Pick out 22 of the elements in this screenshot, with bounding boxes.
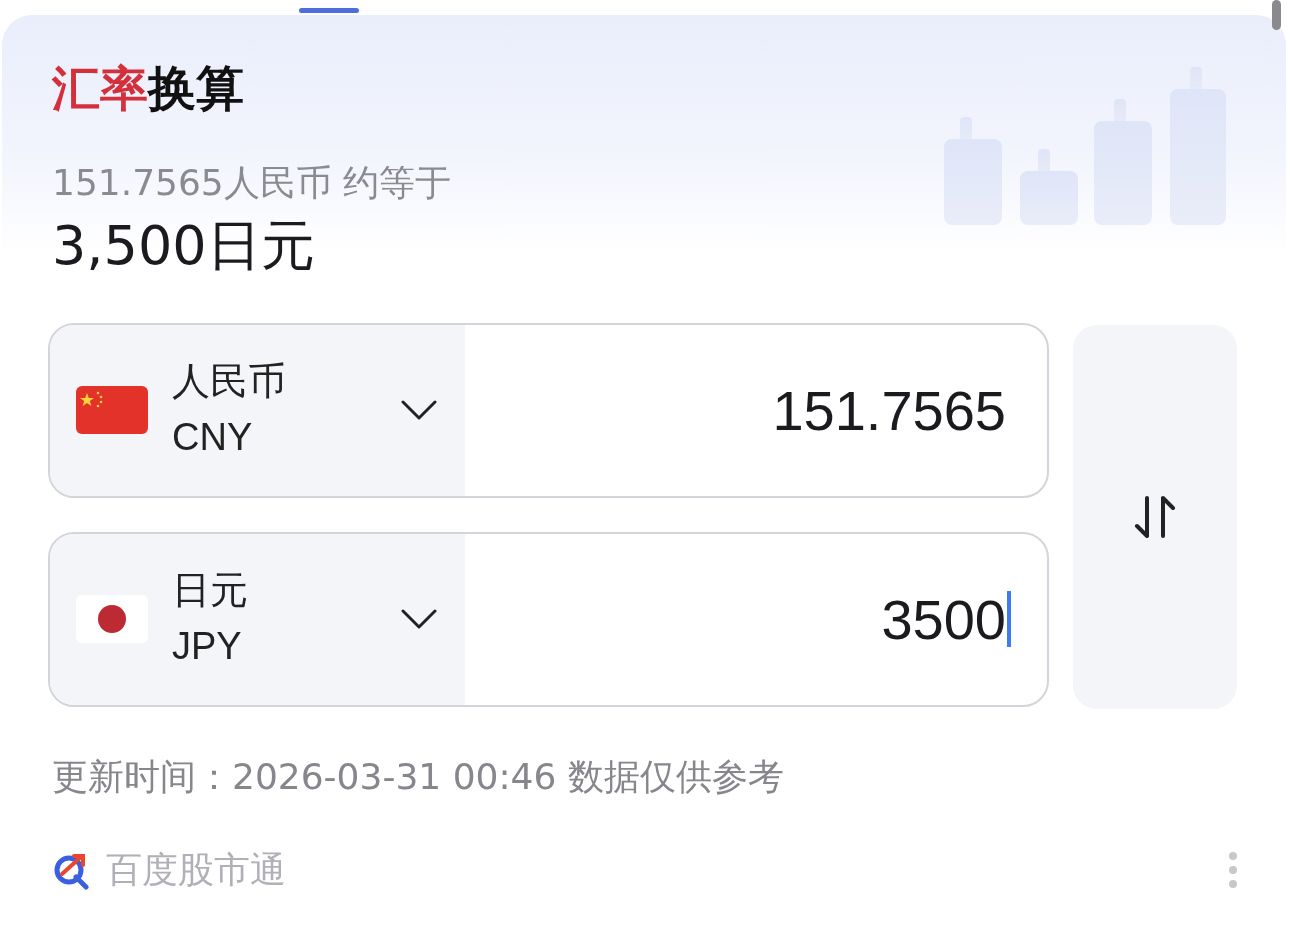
card-title: 汇率换算 — [52, 62, 244, 115]
flag-icon — [76, 595, 148, 644]
update-note: 更新时间：2026-03-31 00:46 数据仅供参考 — [52, 754, 784, 799]
currency-name: 人民币 — [172, 361, 287, 404]
currency-code: JPY — [172, 626, 243, 669]
swap-button[interactable] — [1073, 324, 1237, 709]
currency-picker[interactable]: 日元 JPY — [50, 533, 465, 705]
currency-name: 日元 — [172, 570, 249, 613]
chevron-down-icon — [401, 399, 437, 422]
summary-text: 151.7565人民币 约等于 — [52, 160, 452, 204]
tab-indicator — [299, 8, 359, 13]
chevron-down-icon — [401, 608, 437, 631]
amount-input[interactable]: 151.7565 — [465, 324, 1047, 496]
swap-icon — [1133, 493, 1177, 540]
result-amount: 3,500日元 — [52, 214, 315, 279]
currency-code: CNY — [172, 417, 254, 460]
scrollbar-thumb — [1272, 0, 1281, 30]
source-label: 百度股市通 — [106, 847, 287, 892]
amount-input[interactable]: 3500 — [465, 533, 1047, 705]
more-icon — [1228, 851, 1238, 890]
currency-picker[interactable]: 人民币 CNY — [50, 324, 465, 496]
flag-icon — [76, 386, 148, 435]
